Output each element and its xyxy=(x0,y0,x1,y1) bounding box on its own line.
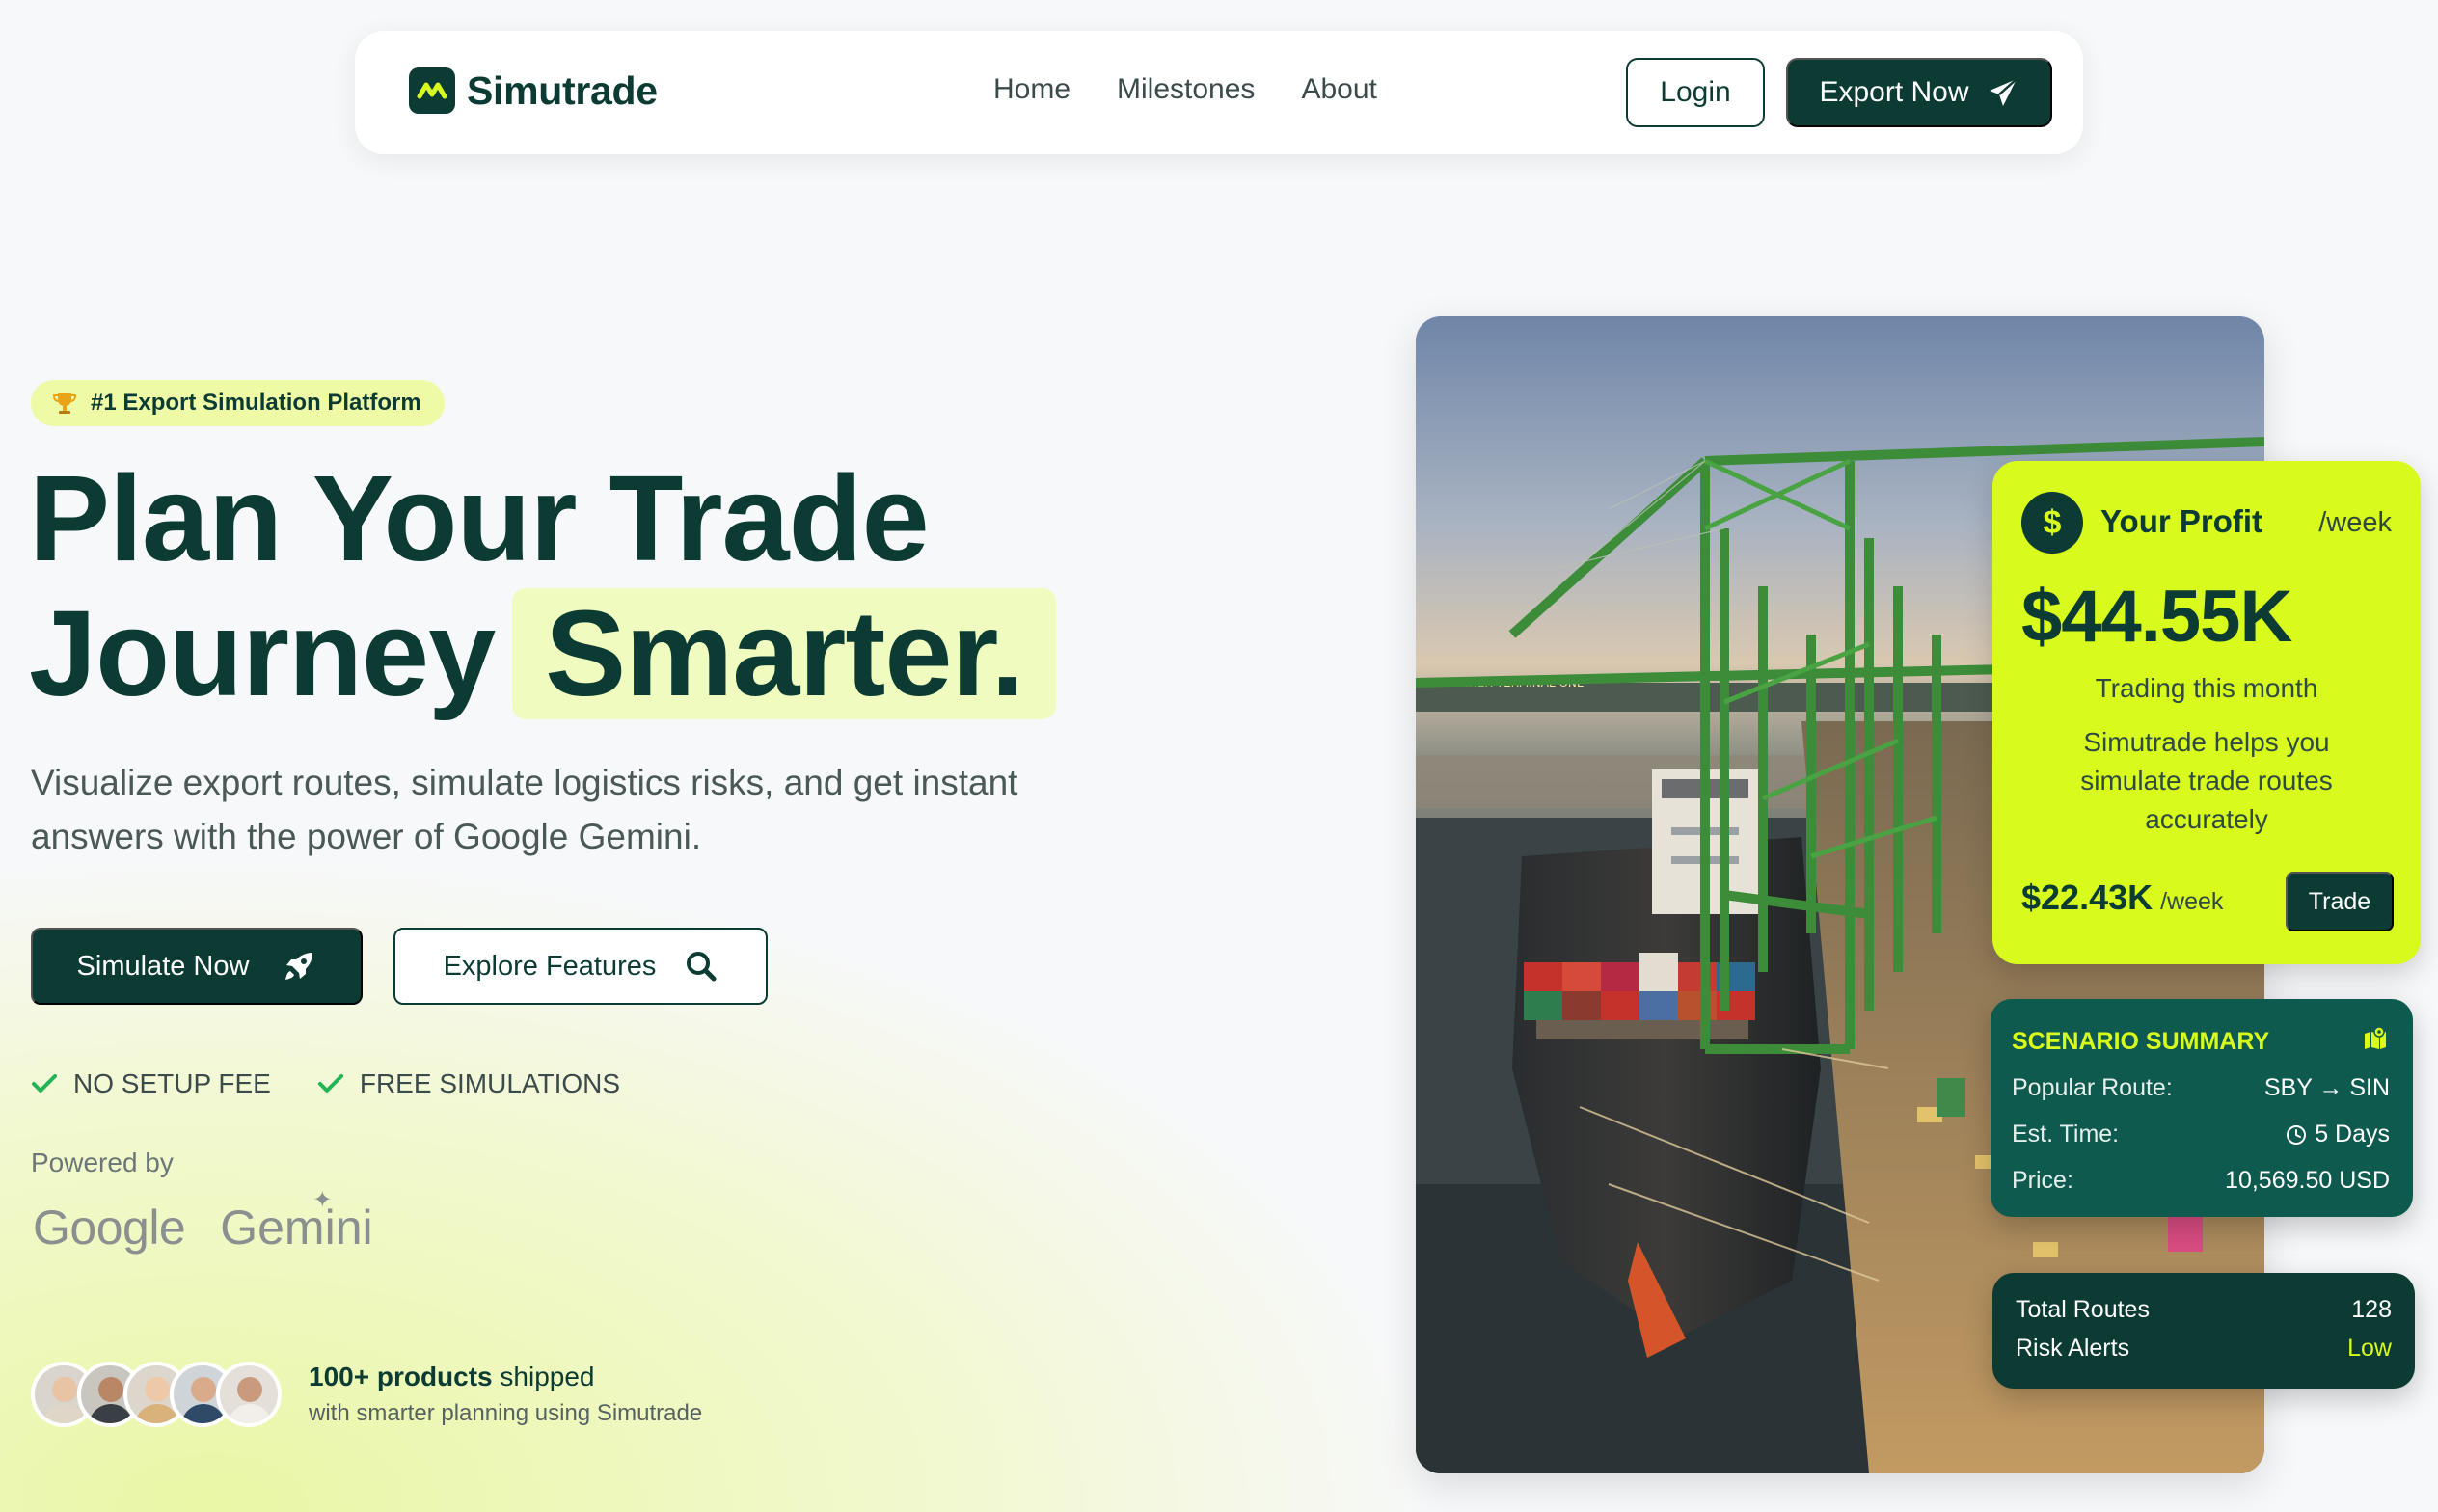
trophy-icon xyxy=(52,393,77,414)
hero-title-line1: Plan Your Trade xyxy=(29,450,930,586)
stat-value: 128 xyxy=(2351,1296,2392,1323)
profit-card: $ Your Profit /week $44.55K Trading this… xyxy=(1992,461,2421,964)
scenario-row-price: Price: 10,569.50 USD xyxy=(2012,1167,2390,1195)
stat-row-risk-alerts: Risk Alerts Low xyxy=(2016,1335,2392,1363)
scenario-row-route: Popular Route: SBY → SIN xyxy=(2012,1074,2390,1102)
hero-title: Plan Your Trade Journey Smarter. xyxy=(29,450,1057,721)
clock-icon xyxy=(2287,1124,2307,1145)
profit-period: /week xyxy=(2318,507,2392,538)
nav-link-home[interactable]: Home xyxy=(993,73,1070,106)
shipped-subtext: with smarter planning using Simutrade xyxy=(309,1400,703,1426)
map-icon xyxy=(2365,1026,2386,1049)
weekly-profit: $22.43K /week xyxy=(2021,878,2223,918)
profit-label: Trading this month xyxy=(2095,673,2318,703)
google-logo: Google xyxy=(33,1201,186,1255)
customer-avatars xyxy=(31,1362,282,1427)
brand-name: Simutrade xyxy=(467,68,658,113)
nav-link-milestones[interactable]: Milestones xyxy=(1117,73,1255,106)
stat-label: Risk Alerts xyxy=(2016,1335,2130,1362)
login-button[interactable]: Login xyxy=(1626,58,1765,127)
export-now-label: Export Now xyxy=(1819,76,1969,108)
scenario-row-time: Est. Time: 5 Days xyxy=(2012,1120,2390,1148)
nav-link-about[interactable]: About xyxy=(1301,73,1376,106)
logo-icon xyxy=(409,68,455,114)
export-now-button[interactable]: Export Now xyxy=(1786,58,2052,127)
profit-amount: $44.55K xyxy=(2021,576,2292,658)
scenario-value-wrap: 5 Days xyxy=(2286,1120,2390,1148)
search-icon xyxy=(687,952,717,982)
profit-title: Your Profit xyxy=(2100,503,2263,539)
scenario-label: Price: xyxy=(2012,1167,2073,1194)
gemini-logo: Gemini ✦ xyxy=(220,1187,373,1256)
platform-badge: #1 Export Simulation Platform xyxy=(31,380,445,426)
sparkle-icon: ✦ xyxy=(312,1187,333,1213)
hero-title-journey: Journey xyxy=(29,585,496,721)
scenario-title: SCENARIO SUMMARY xyxy=(2012,1028,2270,1055)
check-label: FREE SIMULATIONS xyxy=(359,1068,621,1098)
scenario-label: Est. Time: xyxy=(2012,1120,2120,1148)
route-stats-card: Total Routes 128 Risk Alerts Low xyxy=(1992,1273,2415,1389)
hero-title-line2: Journey Smarter. xyxy=(29,585,1057,721)
main-nav: Home Milestones About xyxy=(993,73,1377,106)
weekly-profit-period: /week xyxy=(2160,888,2224,915)
checkmark-icon xyxy=(317,1074,343,1093)
hero-subtitle: Visualize export routes, simulate logist… xyxy=(31,763,1018,856)
badge-text: #1 Export Simulation Platform xyxy=(91,390,421,416)
check-item-free-simulations: FREE SIMULATIONS xyxy=(317,1068,620,1099)
top-navbar: Simutrade Home Milestones About Login Ex… xyxy=(355,31,2083,154)
scenario-summary-card: SCENARIO SUMMARY Popular Route: SBY → SI… xyxy=(1991,999,2413,1217)
simulate-now-label: Simulate Now xyxy=(76,950,250,982)
check-label: NO SETUP FEE xyxy=(73,1068,271,1098)
explore-features-label: Explore Features xyxy=(443,950,657,982)
shipped-word: shipped xyxy=(492,1362,595,1391)
checkmark-icon xyxy=(32,1074,57,1093)
stat-row-total-routes: Total Routes 128 xyxy=(2016,1296,2392,1324)
shipped-headline: 100+ products shipped xyxy=(309,1362,702,1392)
gemini-logo-text: Gemini xyxy=(220,1201,373,1255)
profit-description: Simutrade helps you simulate trade route… xyxy=(2080,727,2333,834)
explore-features-button[interactable]: Explore Features xyxy=(393,928,768,1005)
hero-title-highlight: Smarter. xyxy=(512,588,1057,719)
stat-label: Total Routes xyxy=(2016,1296,2150,1323)
scenario-label: Popular Route: xyxy=(2012,1074,2173,1101)
scenario-value: 10,569.50 USD xyxy=(2225,1167,2390,1194)
partner-logos: Google Gemini ✦ xyxy=(33,1187,373,1256)
scenario-value: 5 Days xyxy=(2315,1120,2390,1148)
weekly-profit-amount: $22.43K xyxy=(2021,878,2154,917)
powered-by-label: Powered by xyxy=(31,1148,174,1177)
trade-button[interactable]: Trade xyxy=(2286,872,2394,932)
risk-status: Low xyxy=(2347,1335,2392,1362)
rocket-icon xyxy=(285,953,313,980)
avatar xyxy=(216,1362,282,1427)
brand-logo[interactable]: Simutrade xyxy=(409,68,658,114)
shipped-count: 100+ products xyxy=(309,1362,493,1391)
paper-plane-icon xyxy=(1989,78,2018,106)
scenario-value: SBY → SIN xyxy=(2263,1074,2390,1101)
shipped-stat: 100+ products shipped with smarter plann… xyxy=(309,1362,702,1427)
check-item-no-setup-fee: NO SETUP FEE xyxy=(31,1068,271,1099)
dollar-icon: $ xyxy=(2021,492,2083,554)
simulate-now-button[interactable]: Simulate Now xyxy=(31,928,363,1005)
feature-checklist: NO SETUP FEE FREE SIMULATIONS xyxy=(31,1068,620,1099)
